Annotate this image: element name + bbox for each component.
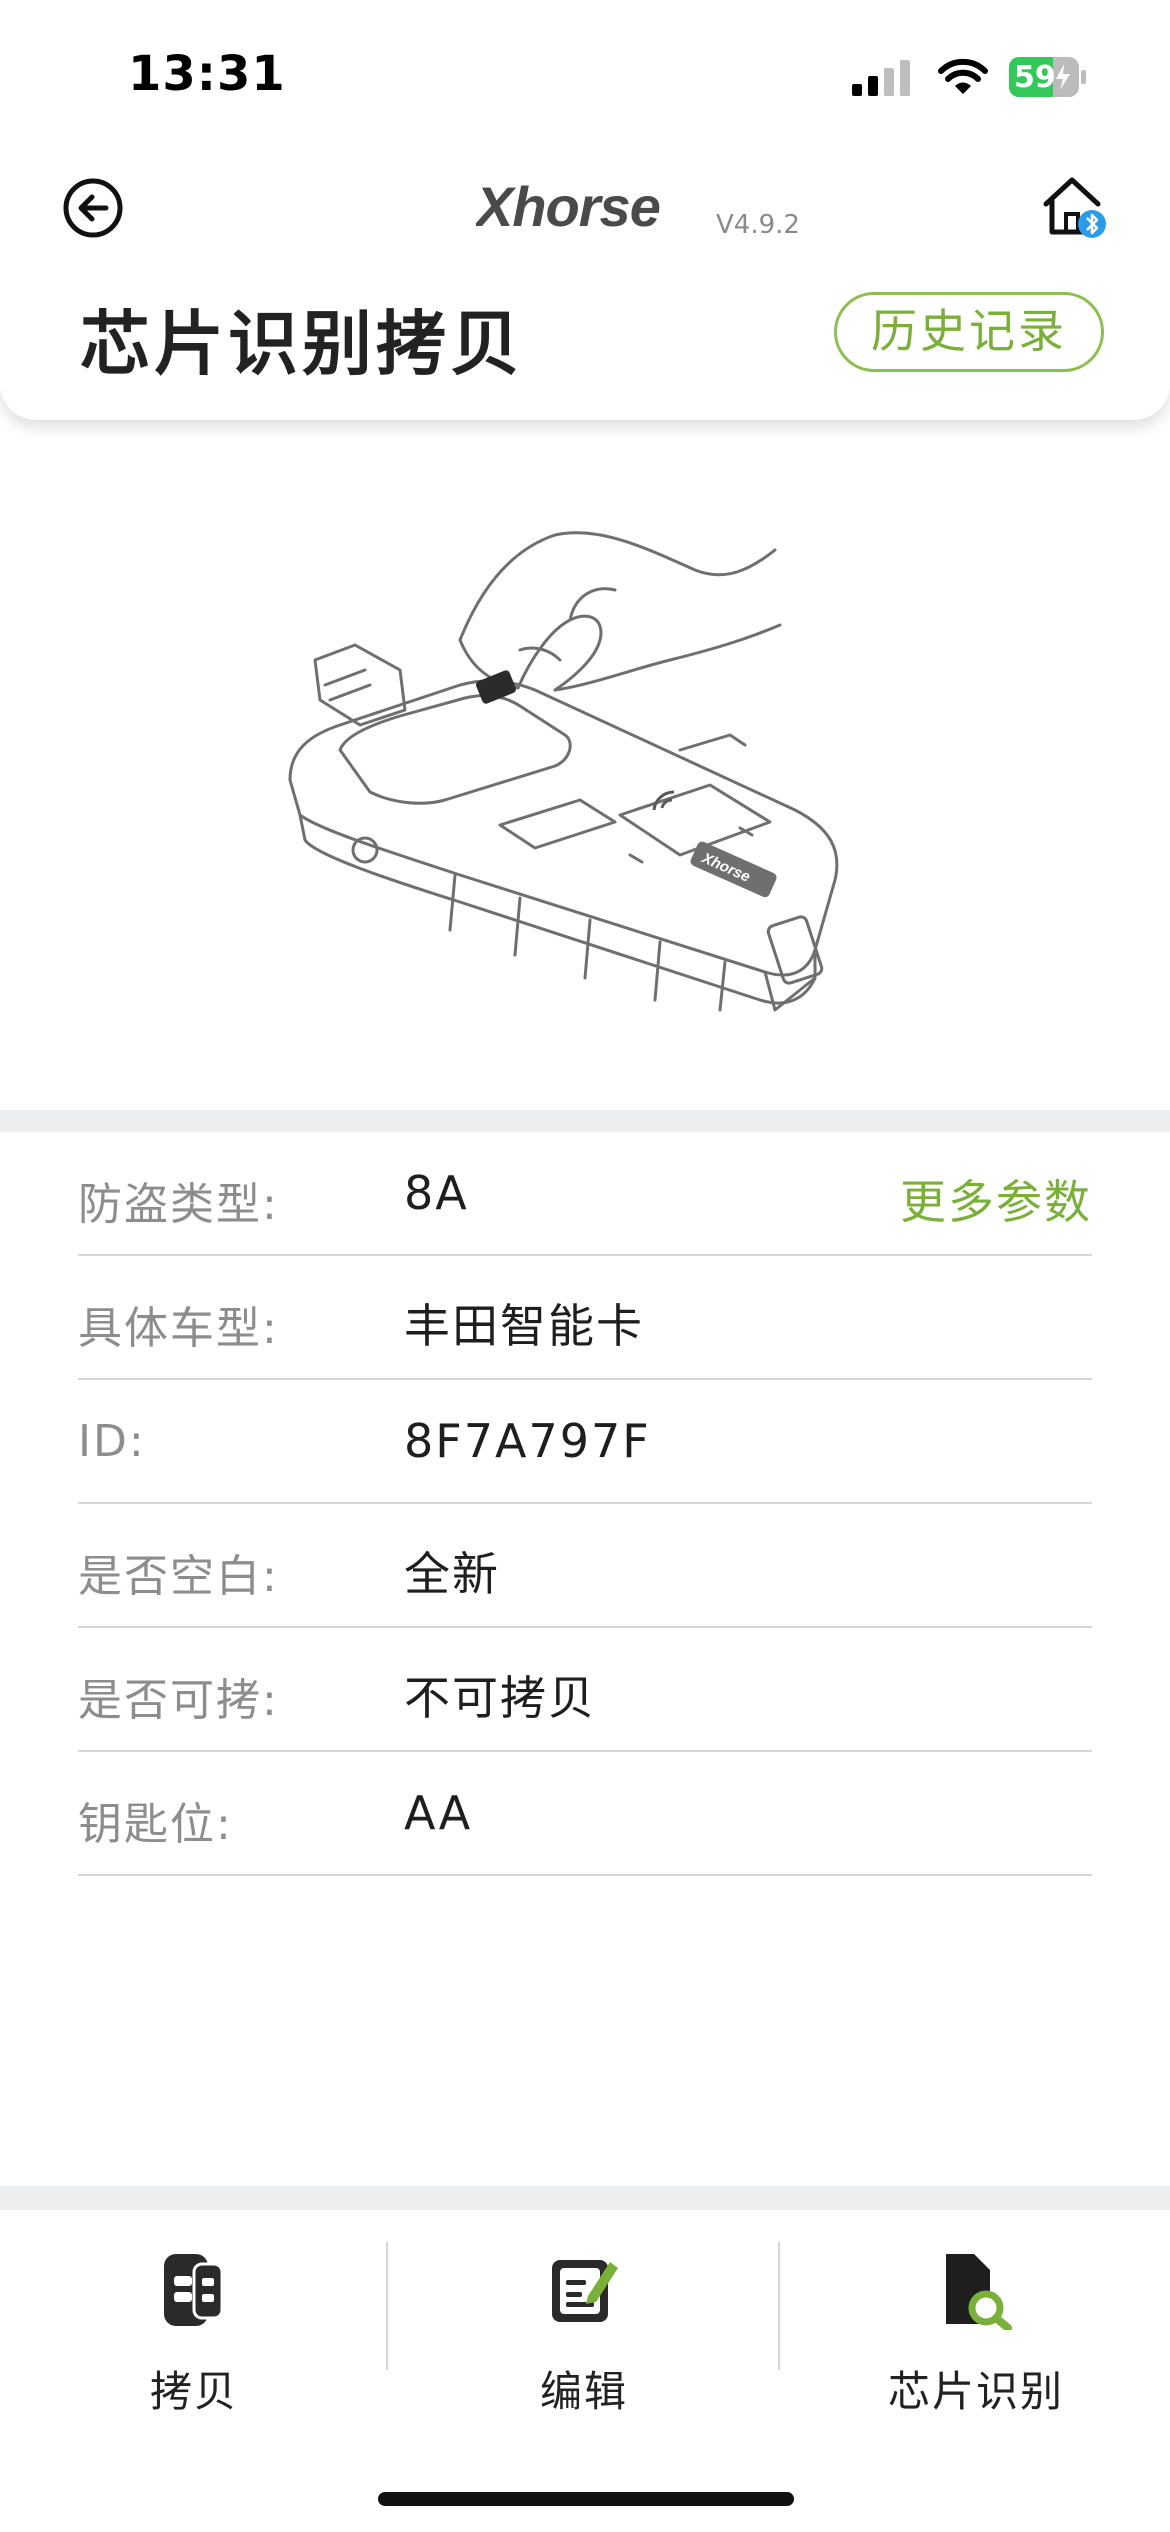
- nav-label: 编辑: [539, 2367, 628, 2416]
- nav-item-copy[interactable]: 拷贝: [0, 2210, 388, 2416]
- info-label: 钥匙位:: [78, 1799, 233, 1850]
- info-label: 是否空白:: [78, 1551, 279, 1602]
- info-row-immobilizer-type: 防盗类型: 8A 更多参数: [78, 1132, 1092, 1256]
- chip-search-icon: [946, 2254, 1012, 2330]
- info-row-blank-status: 是否空白: 全新: [78, 1504, 1092, 1628]
- wifi-icon: [938, 58, 988, 94]
- history-button[interactable]: 历史记录: [834, 292, 1104, 372]
- page-title: 芯片识别拷贝: [80, 303, 524, 385]
- info-value: 8F7A797F: [404, 1414, 651, 1468]
- info-value: 不可拷贝: [404, 1671, 596, 1725]
- home-bluetooth-icon[interactable]: [1042, 174, 1106, 240]
- svg-text:Xhorse: Xhorse: [476, 175, 660, 238]
- status-bar: 13:31 59: [0, 0, 1170, 150]
- info-row-key-position: 钥匙位: AA: [78, 1752, 1092, 1876]
- more-params-link[interactable]: 更多参数: [900, 1166, 1092, 1232]
- nav-item-edit[interactable]: 编辑: [390, 2210, 778, 2416]
- battery-level: 59: [1014, 60, 1056, 95]
- nav-label: 拷贝: [149, 2367, 238, 2416]
- battery-charging-icon: 59: [1008, 56, 1088, 98]
- info-value: 全新: [404, 1547, 500, 1601]
- info-row-id: ID: 8F7A797F: [78, 1380, 1092, 1504]
- status-time: 13:31: [128, 46, 286, 102]
- xhorse-logo: Xhorse: [476, 175, 661, 238]
- car-key-icon: [164, 2254, 224, 2326]
- info-label: 具体车型:: [78, 1303, 279, 1354]
- illustration-area: Xhorse: [0, 420, 1170, 1110]
- nav-separator: [386, 2242, 388, 2370]
- page: 13:31 59 Xhorse V4.9.2 芯片识别拷贝 历史记录 Xhors…: [0, 0, 1170, 2532]
- bottom-nav: 拷贝 编辑 芯片识别: [0, 2210, 1170, 2532]
- info-value: AA: [404, 1786, 473, 1840]
- signal-icon: [852, 60, 910, 96]
- back-arrow-circle-icon[interactable]: [62, 177, 124, 239]
- info-row-vehicle-model: 具体车型: 丰田智能卡: [78, 1256, 1092, 1380]
- info-value: 丰田智能卡: [404, 1299, 644, 1353]
- nav-separator: [778, 2242, 780, 2370]
- chip-info-list: 防盗类型: 8A 更多参数 具体车型: 丰田智能卡 ID: 8F7A797F 是…: [78, 1132, 1092, 1876]
- nav-label: 芯片识别: [887, 2367, 1064, 2416]
- info-label: ID:: [78, 1416, 146, 1467]
- info-label: 是否可拷:: [78, 1675, 279, 1726]
- key-programmer-illustration: Xhorse: [288, 531, 839, 1012]
- home-indicator: [378, 2492, 794, 2506]
- info-row-copyable: 是否可拷: 不可拷贝: [78, 1628, 1092, 1752]
- section-divider: [0, 1110, 1170, 1132]
- edit-document-icon: [552, 2260, 618, 2322]
- info-label: 防盗类型:: [78, 1179, 279, 1230]
- app-version: V4.9.2: [716, 210, 800, 240]
- header-card: 13:31 59 Xhorse V4.9.2 芯片识别拷贝 历史记录: [0, 0, 1170, 420]
- nav-item-chip-identify[interactable]: 芯片识别: [782, 2210, 1170, 2416]
- info-value: 8A: [404, 1166, 469, 1220]
- nav-divider: [0, 2186, 1170, 2210]
